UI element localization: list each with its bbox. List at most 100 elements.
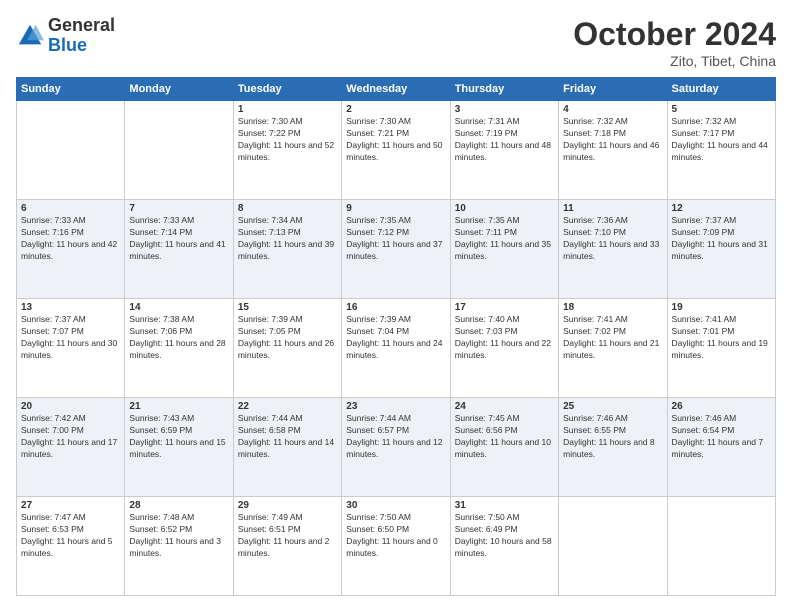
day-detail: Sunrise: 7:45 AMSunset: 6:56 PMDaylight:… — [455, 413, 554, 461]
day-number: 3 — [455, 104, 554, 115]
day-number: 10 — [455, 203, 554, 214]
table-row: 30Sunrise: 7:50 AMSunset: 6:50 PMDayligh… — [342, 497, 450, 596]
table-row: 15Sunrise: 7:39 AMSunset: 7:05 PMDayligh… — [233, 299, 341, 398]
day-number: 24 — [455, 401, 554, 412]
day-number: 2 — [346, 104, 445, 115]
day-detail: Sunrise: 7:34 AMSunset: 7:13 PMDaylight:… — [238, 215, 337, 263]
calendar-week-row: 20Sunrise: 7:42 AMSunset: 7:00 PMDayligh… — [17, 398, 776, 497]
table-row: 17Sunrise: 7:40 AMSunset: 7:03 PMDayligh… — [450, 299, 558, 398]
table-row: 10Sunrise: 7:35 AMSunset: 7:11 PMDayligh… — [450, 200, 558, 299]
day-number: 26 — [672, 401, 771, 412]
day-detail: Sunrise: 7:46 AMSunset: 6:54 PMDaylight:… — [672, 413, 771, 461]
day-number: 11 — [563, 203, 662, 214]
day-number: 22 — [238, 401, 337, 412]
day-number: 15 — [238, 302, 337, 313]
day-number: 19 — [672, 302, 771, 313]
day-detail: Sunrise: 7:32 AMSunset: 7:18 PMDaylight:… — [563, 116, 662, 164]
table-row: 22Sunrise: 7:44 AMSunset: 6:58 PMDayligh… — [233, 398, 341, 497]
table-row: 12Sunrise: 7:37 AMSunset: 7:09 PMDayligh… — [667, 200, 775, 299]
day-number: 12 — [672, 203, 771, 214]
table-row: 1Sunrise: 7:30 AMSunset: 7:22 PMDaylight… — [233, 101, 341, 200]
month-year: October 2024 — [573, 16, 776, 53]
table-row: 31Sunrise: 7:50 AMSunset: 6:49 PMDayligh… — [450, 497, 558, 596]
title-block: October 2024 Zito, Tibet, China — [573, 16, 776, 69]
day-number: 5 — [672, 104, 771, 115]
day-detail: Sunrise: 7:43 AMSunset: 6:59 PMDaylight:… — [129, 413, 228, 461]
day-number: 1 — [238, 104, 337, 115]
day-detail: Sunrise: 7:37 AMSunset: 7:07 PMDaylight:… — [21, 314, 120, 362]
logo-general: General — [48, 16, 115, 36]
calendar-week-row: 6Sunrise: 7:33 AMSunset: 7:16 PMDaylight… — [17, 200, 776, 299]
col-sunday: Sunday — [17, 78, 125, 101]
table-row: 29Sunrise: 7:49 AMSunset: 6:51 PMDayligh… — [233, 497, 341, 596]
col-wednesday: Wednesday — [342, 78, 450, 101]
day-detail: Sunrise: 7:46 AMSunset: 6:55 PMDaylight:… — [563, 413, 662, 461]
table-row: 21Sunrise: 7:43 AMSunset: 6:59 PMDayligh… — [125, 398, 233, 497]
day-number: 4 — [563, 104, 662, 115]
day-number: 17 — [455, 302, 554, 313]
table-row: 27Sunrise: 7:47 AMSunset: 6:53 PMDayligh… — [17, 497, 125, 596]
table-row: 25Sunrise: 7:46 AMSunset: 6:55 PMDayligh… — [559, 398, 667, 497]
day-detail: Sunrise: 7:33 AMSunset: 7:16 PMDaylight:… — [21, 215, 120, 263]
calendar-week-row: 13Sunrise: 7:37 AMSunset: 7:07 PMDayligh… — [17, 299, 776, 398]
day-detail: Sunrise: 7:39 AMSunset: 7:05 PMDaylight:… — [238, 314, 337, 362]
day-detail: Sunrise: 7:40 AMSunset: 7:03 PMDaylight:… — [455, 314, 554, 362]
day-number: 21 — [129, 401, 228, 412]
day-detail: Sunrise: 7:41 AMSunset: 7:02 PMDaylight:… — [563, 314, 662, 362]
day-number: 20 — [21, 401, 120, 412]
day-detail: Sunrise: 7:42 AMSunset: 7:00 PMDaylight:… — [21, 413, 120, 461]
day-detail: Sunrise: 7:30 AMSunset: 7:21 PMDaylight:… — [346, 116, 445, 164]
col-saturday: Saturday — [667, 78, 775, 101]
table-row: 2Sunrise: 7:30 AMSunset: 7:21 PMDaylight… — [342, 101, 450, 200]
calendar-week-row: 27Sunrise: 7:47 AMSunset: 6:53 PMDayligh… — [17, 497, 776, 596]
day-detail: Sunrise: 7:31 AMSunset: 7:19 PMDaylight:… — [455, 116, 554, 164]
day-number: 31 — [455, 500, 554, 511]
day-detail: Sunrise: 7:37 AMSunset: 7:09 PMDaylight:… — [672, 215, 771, 263]
day-number: 25 — [563, 401, 662, 412]
table-row: 14Sunrise: 7:38 AMSunset: 7:06 PMDayligh… — [125, 299, 233, 398]
table-row — [559, 497, 667, 596]
col-tuesday: Tuesday — [233, 78, 341, 101]
day-number: 18 — [563, 302, 662, 313]
day-number: 28 — [129, 500, 228, 511]
table-row — [667, 497, 775, 596]
table-row: 8Sunrise: 7:34 AMSunset: 7:13 PMDaylight… — [233, 200, 341, 299]
table-row: 7Sunrise: 7:33 AMSunset: 7:14 PMDaylight… — [125, 200, 233, 299]
day-detail: Sunrise: 7:30 AMSunset: 7:22 PMDaylight:… — [238, 116, 337, 164]
header: General Blue October 2024 Zito, Tibet, C… — [16, 16, 776, 69]
day-detail: Sunrise: 7:49 AMSunset: 6:51 PMDaylight:… — [238, 512, 337, 560]
location: Zito, Tibet, China — [573, 53, 776, 69]
logo: General Blue — [16, 16, 115, 56]
table-row: 13Sunrise: 7:37 AMSunset: 7:07 PMDayligh… — [17, 299, 125, 398]
day-number: 6 — [21, 203, 120, 214]
calendar-week-row: 1Sunrise: 7:30 AMSunset: 7:22 PMDaylight… — [17, 101, 776, 200]
day-number: 9 — [346, 203, 445, 214]
calendar-table: Sunday Monday Tuesday Wednesday Thursday… — [16, 77, 776, 596]
day-number: 16 — [346, 302, 445, 313]
logo-icon — [16, 22, 44, 50]
day-detail: Sunrise: 7:33 AMSunset: 7:14 PMDaylight:… — [129, 215, 228, 263]
day-detail: Sunrise: 7:35 AMSunset: 7:11 PMDaylight:… — [455, 215, 554, 263]
day-detail: Sunrise: 7:48 AMSunset: 6:52 PMDaylight:… — [129, 512, 228, 560]
page: General Blue October 2024 Zito, Tibet, C… — [0, 0, 792, 612]
table-row: 19Sunrise: 7:41 AMSunset: 7:01 PMDayligh… — [667, 299, 775, 398]
day-number: 8 — [238, 203, 337, 214]
day-number: 23 — [346, 401, 445, 412]
day-detail: Sunrise: 7:39 AMSunset: 7:04 PMDaylight:… — [346, 314, 445, 362]
day-number: 7 — [129, 203, 228, 214]
day-number: 13 — [21, 302, 120, 313]
day-number: 29 — [238, 500, 337, 511]
header-row: Sunday Monday Tuesday Wednesday Thursday… — [17, 78, 776, 101]
day-detail: Sunrise: 7:50 AMSunset: 6:49 PMDaylight:… — [455, 512, 554, 560]
day-detail: Sunrise: 7:41 AMSunset: 7:01 PMDaylight:… — [672, 314, 771, 362]
day-detail: Sunrise: 7:36 AMSunset: 7:10 PMDaylight:… — [563, 215, 662, 263]
table-row: 11Sunrise: 7:36 AMSunset: 7:10 PMDayligh… — [559, 200, 667, 299]
table-row: 9Sunrise: 7:35 AMSunset: 7:12 PMDaylight… — [342, 200, 450, 299]
day-number: 14 — [129, 302, 228, 313]
table-row: 3Sunrise: 7:31 AMSunset: 7:19 PMDaylight… — [450, 101, 558, 200]
logo-blue: Blue — [48, 36, 115, 56]
table-row: 5Sunrise: 7:32 AMSunset: 7:17 PMDaylight… — [667, 101, 775, 200]
col-friday: Friday — [559, 78, 667, 101]
day-detail: Sunrise: 7:35 AMSunset: 7:12 PMDaylight:… — [346, 215, 445, 263]
col-thursday: Thursday — [450, 78, 558, 101]
